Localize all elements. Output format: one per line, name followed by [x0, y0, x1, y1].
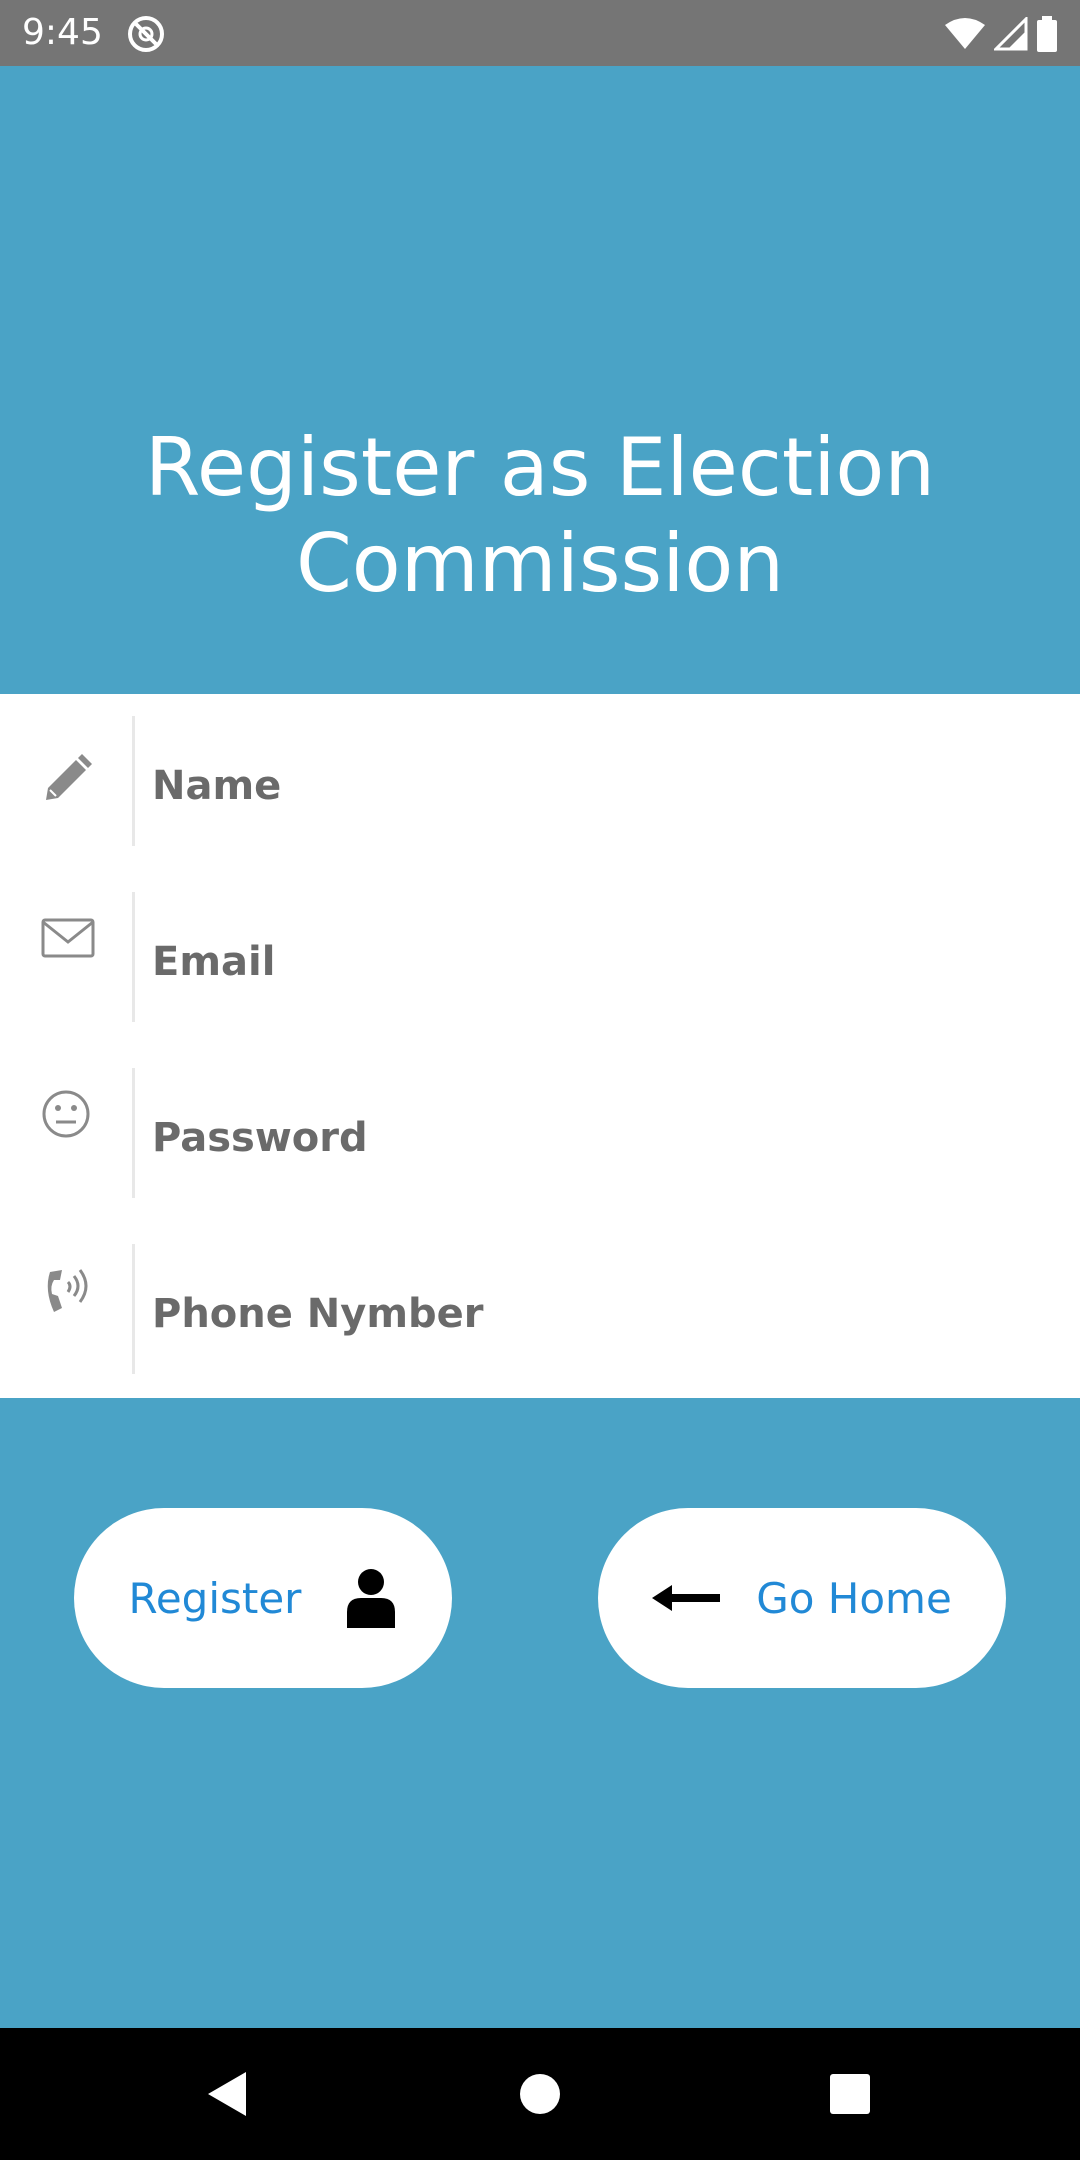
battery-icon [1037, 16, 1057, 52]
phone-field[interactable] [152, 1274, 1032, 1354]
status-time: 9:45 [22, 12, 103, 53]
status-icons [944, 14, 1058, 54]
phone-icon [47, 1269, 88, 1312]
go-home-button-label: Go Home [756, 1573, 952, 1623]
app-sync-icon [128, 16, 164, 52]
field-divider [132, 1244, 135, 1374]
email-field-row [0, 870, 1080, 1022]
nav-recents-button[interactable] [814, 2058, 886, 2130]
password-field-row [0, 1046, 1080, 1198]
field-divider [132, 892, 135, 1022]
email-field[interactable] [152, 922, 1032, 1002]
field-divider [132, 716, 135, 846]
system-nav-bar [0, 2028, 1080, 2160]
neutral-face-icon [42, 1090, 90, 1138]
nav-back-button[interactable] [190, 2058, 262, 2130]
register-button-label: Register [128, 1573, 302, 1623]
home-circle-icon [520, 2074, 560, 2114]
phone-field-row [0, 1222, 1080, 1374]
password-field[interactable] [152, 1098, 1032, 1178]
name-field[interactable] [152, 746, 1032, 826]
page-title: Register as Election Commission [144, 421, 936, 610]
pencil-icon [46, 754, 92, 800]
back-icon [208, 2072, 246, 2116]
recents-square-icon [830, 2074, 870, 2114]
header: Register as Election Commission [0, 66, 1080, 694]
nav-home-button[interactable] [504, 2058, 576, 2130]
register-button[interactable]: Register [74, 1508, 452, 1688]
name-field-row [0, 694, 1080, 846]
arrow-left-icon [652, 1585, 721, 1611]
user-icon [347, 1569, 396, 1628]
wifi-icon [945, 18, 985, 49]
registration-form [0, 694, 1080, 1398]
go-home-button[interactable]: Go Home [598, 1508, 1006, 1688]
status-bar: 9:45 [0, 0, 1080, 66]
field-divider [132, 1068, 135, 1198]
cell-signal-icon [994, 17, 1028, 51]
envelope-icon [41, 918, 95, 958]
